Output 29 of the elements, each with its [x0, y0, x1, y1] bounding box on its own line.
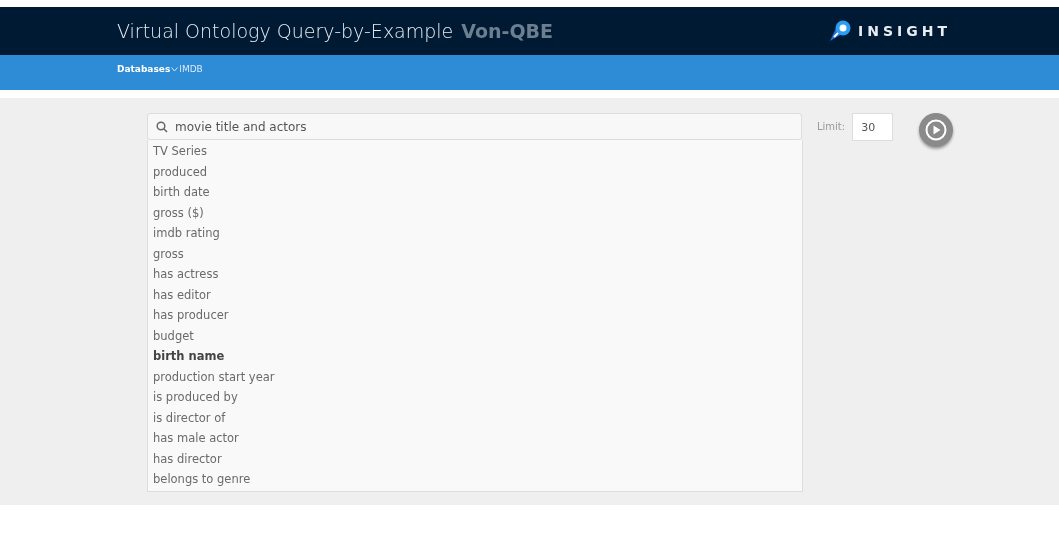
suggestion-item[interactable]: imdb rating — [153, 223, 802, 244]
suggestion-item[interactable]: produced — [153, 161, 802, 182]
app-title: Virtual Ontology Query-by-Example — [117, 18, 454, 44]
databases-menu[interactable]: Databases — [117, 64, 171, 74]
breadcrumb-item[interactable]: IMDB — [179, 64, 203, 74]
suggestion-item[interactable]: has producer — [153, 305, 802, 326]
search-icon — [156, 121, 168, 133]
limit-field[interactable]: 30 — [852, 113, 894, 141]
suggestion-item[interactable]: has editor — [153, 284, 802, 305]
suggestion-item[interactable]: production start year — [153, 366, 802, 387]
suggestion-item[interactable]: TV Series — [153, 141, 802, 162]
search-field[interactable]: movie title and actors — [147, 113, 802, 140]
suggestion-item[interactable]: belongs to genre — [153, 469, 802, 490]
limit-label: Limit: — [817, 120, 846, 134]
suggestion-item[interactable]: budget — [153, 325, 802, 346]
chevron-down-icon — [171, 67, 179, 72]
suggestion-item[interactable]: birth date — [153, 182, 802, 203]
run-button[interactable] — [919, 113, 954, 147]
suggestion-item[interactable]: birth name — [153, 346, 802, 367]
suggestion-item[interactable]: is director of — [153, 407, 802, 428]
app-name: Von-QBE — [461, 18, 554, 44]
play-icon — [925, 119, 948, 141]
suggestion-item[interactable]: has male actor — [153, 428, 802, 449]
suggestion-item[interactable]: has actress — [153, 264, 802, 285]
suggestion-item[interactable]: is produced by — [153, 387, 802, 408]
suggestion-item[interactable]: gross — [153, 243, 802, 264]
suggestion-item[interactable]: gross ($) — [153, 202, 802, 223]
logo-text: INSIGHT — [858, 21, 951, 41]
suggestion-item[interactable]: has director — [153, 448, 802, 469]
